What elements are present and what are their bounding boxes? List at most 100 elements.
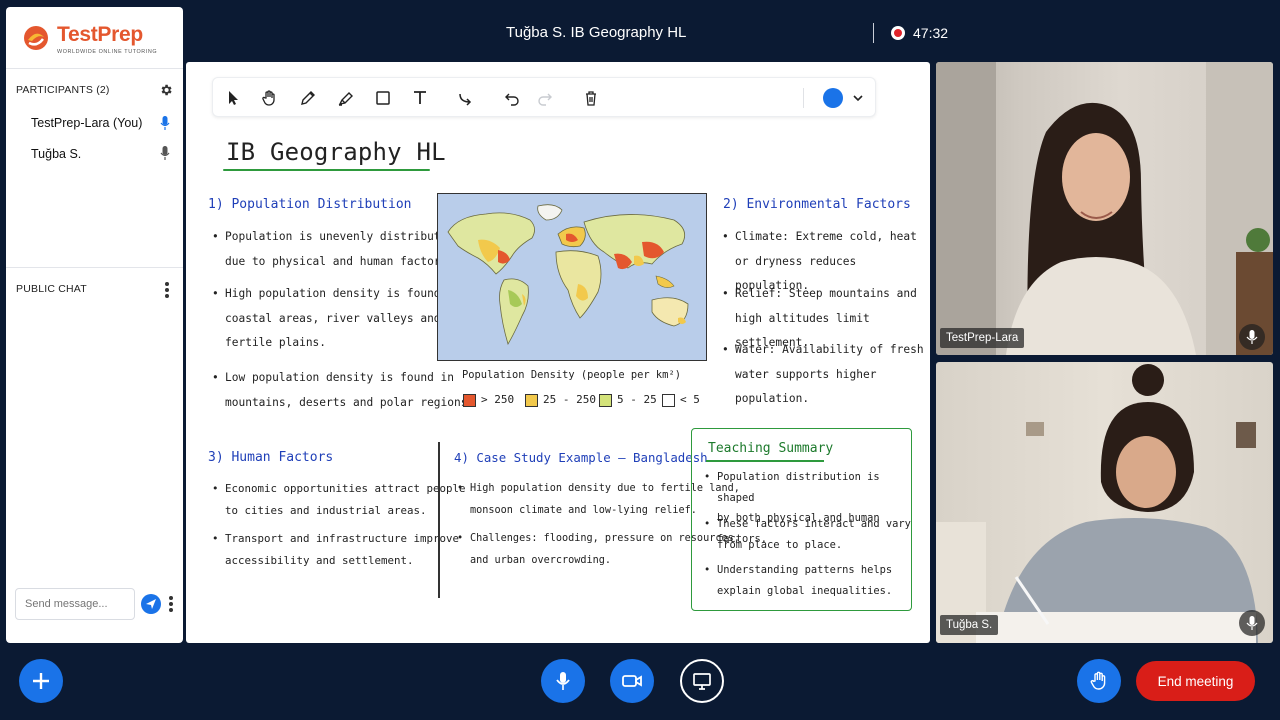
- video-name-tag: TestPrep-Lara: [940, 328, 1025, 348]
- world-population-map: [437, 193, 707, 361]
- bullet-item: Low population density is found in mount…: [212, 366, 475, 415]
- screen-share-button[interactable]: [680, 659, 724, 703]
- end-meeting-button[interactable]: End meeting: [1136, 661, 1255, 701]
- pencil-icon[interactable]: [298, 88, 318, 108]
- camera-icon: [622, 675, 642, 687]
- camera-button[interactable]: [610, 659, 654, 703]
- legend-label: 5 - 25: [617, 393, 657, 406]
- participant-video-image: [936, 62, 1273, 355]
- toolbar-divider: [803, 88, 804, 108]
- redo-icon[interactable]: [535, 88, 555, 108]
- legend-label: 25 - 250: [543, 393, 596, 406]
- bullet-line: Climate: Extreme cold, heat: [735, 230, 917, 243]
- world-map-drawing: [438, 194, 706, 360]
- meeting-title: Tuğba S. IB Geography HL: [506, 24, 687, 41]
- microphone-button[interactable]: [541, 659, 585, 703]
- mic-icon: [1246, 330, 1258, 344]
- video-tile-tugba[interactable]: Tuğba S.: [936, 362, 1273, 643]
- bullet-line: Low population density is found in: [225, 371, 455, 384]
- bullet-line: coastal areas, river valleys and: [225, 311, 441, 325]
- bullet-item: Population is unevenly distributed due t…: [212, 225, 455, 274]
- rectangle-icon[interactable]: [373, 88, 393, 108]
- bullet-line: due to physical and human factors.: [225, 254, 455, 268]
- bullet-item: Understanding patterns helps explain glo…: [704, 560, 893, 601]
- bullet-line: Relief: Steep mountains and: [735, 287, 917, 300]
- teaching-summary-box: Teaching Summary Population distribution…: [691, 428, 912, 611]
- bullet-line: fertile plains.: [225, 336, 327, 349]
- chevron-down-icon[interactable]: [853, 94, 863, 102]
- section-title-human: 3) Human Factors: [208, 450, 334, 465]
- bullet-line: to cities and industrial areas.: [225, 503, 427, 517]
- gear-icon[interactable]: [159, 83, 173, 97]
- legend-swatch: [662, 394, 675, 407]
- board-title: IB Geography HL: [226, 138, 446, 166]
- mic-icon: [160, 146, 170, 160]
- video-tile-lara[interactable]: TestPrep-Lara: [936, 62, 1273, 355]
- top-bar: Tuğba S. IB Geography HL 47:32: [185, 0, 1280, 64]
- chat-options-icon[interactable]: [163, 282, 171, 298]
- legend-swatch: [463, 394, 476, 407]
- recording-timer: 47:32: [913, 25, 949, 41]
- bullet-line: Population distribution is shaped: [717, 471, 880, 504]
- text-icon[interactable]: [410, 88, 430, 108]
- divider: [6, 68, 183, 69]
- legend-label: < 5: [680, 393, 700, 406]
- bullet-line: Transport and infrastructure improve: [225, 532, 460, 545]
- connector-icon[interactable]: [456, 88, 476, 108]
- screen-share-icon: [693, 673, 711, 690]
- bullet-item: Economic opportunities attract people to…: [212, 478, 466, 521]
- title-underline: [223, 169, 430, 171]
- bullet-line: from place to place.: [717, 538, 843, 551]
- bullet-line: Water: Availability of fresh: [735, 343, 924, 356]
- bullet-item: High population density is found in coas…: [212, 282, 461, 356]
- raise-hand-icon: [1090, 671, 1106, 690]
- bullet-line: water supports higher: [735, 367, 877, 381]
- logo-text: TestPrep: [57, 23, 143, 46]
- title-divider: [873, 23, 874, 43]
- mic-icon: [1246, 616, 1258, 630]
- send-button[interactable]: [141, 594, 161, 614]
- public-chat-heading: PUBLIC CHAT: [16, 283, 87, 295]
- tile-mic-button[interactable]: [1239, 610, 1265, 636]
- highlighter-icon[interactable]: [336, 88, 356, 108]
- section-divider: [438, 442, 440, 598]
- add-button[interactable]: [19, 659, 63, 703]
- chat-input-options-icon[interactable]: [167, 596, 175, 612]
- bullet-line: Understanding patterns helps: [717, 564, 893, 576]
- participant-tugba[interactable]: Tuğba S.: [31, 147, 81, 161]
- plus-icon: [33, 673, 49, 689]
- participants-heading: PARTICIPANTS (2): [16, 84, 110, 96]
- trash-icon[interactable]: [581, 88, 601, 108]
- bullet-line: mountains, deserts and polar regions.: [225, 395, 475, 409]
- logo-tagline: WORLDWIDE ONLINE TUTORING: [57, 49, 158, 55]
- summary-underline: [706, 460, 824, 462]
- video-name-tag: Tuğba S.: [940, 615, 999, 635]
- bullet-line: explain global inequalities.: [717, 584, 893, 597]
- bullet-line: accessibility and settlement.: [225, 553, 414, 567]
- select-icon[interactable]: [223, 88, 243, 108]
- testprep-logo: TestPrep WORLDWIDE ONLINE TUTORING: [21, 21, 181, 65]
- tile-mic-button[interactable]: [1239, 324, 1265, 350]
- left-panel: TestPrep WORLDWIDE ONLINE TUTORING PARTI…: [6, 7, 183, 643]
- legend-swatch: [525, 394, 538, 407]
- whiteboard-toolbar: [212, 77, 876, 117]
- summary-title: Teaching Summary: [708, 441, 834, 456]
- microphone-icon: [556, 672, 570, 690]
- undo-icon[interactable]: [502, 88, 522, 108]
- logo-mark-icon: [24, 26, 48, 50]
- participant-lara[interactable]: TestPrep-Lara (You): [31, 116, 142, 130]
- bullet-line: High population density is found in: [225, 287, 461, 300]
- section-title-population: 1) Population Distribution: [208, 197, 412, 212]
- bullet-line: population.: [735, 392, 810, 405]
- section-title-case-study: 4) Case Study Example – Bangladesh: [454, 450, 708, 465]
- bullet-line: Economic opportunities attract people: [225, 482, 466, 495]
- recording-icon: [891, 26, 905, 40]
- chat-message-input[interactable]: [15, 588, 135, 620]
- raise-hand-button[interactable]: [1077, 659, 1121, 703]
- legend-label: > 250: [481, 393, 515, 406]
- divider: [6, 267, 183, 268]
- color-picker[interactable]: [823, 88, 843, 108]
- hand-icon[interactable]: [260, 88, 280, 108]
- whiteboard[interactable]: IB Geography HL 1) Population Distributi…: [186, 62, 930, 643]
- bullet-line: These factors interact and vary: [717, 518, 911, 530]
